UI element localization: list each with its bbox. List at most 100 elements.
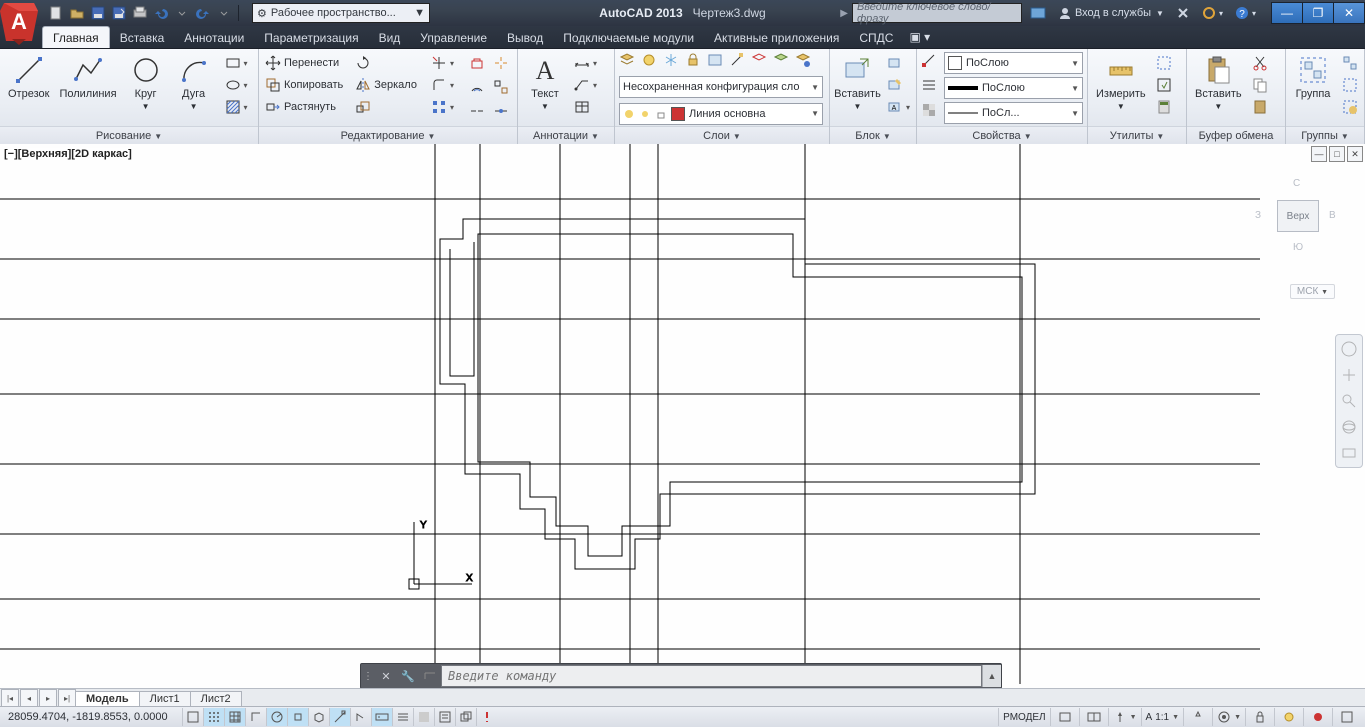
tab-expander-icon[interactable]: ▣ ▾	[903, 26, 936, 48]
explode-icon[interactable]	[490, 52, 512, 74]
stay-connected-icon[interactable]: ▾	[1198, 6, 1227, 20]
hatch-icon[interactable]: ▾	[223, 96, 250, 118]
cut-icon[interactable]	[1250, 52, 1270, 74]
layer-previous-icon[interactable]	[773, 52, 793, 72]
transparency-display-icon[interactable]	[413, 708, 434, 726]
line-button[interactable]: Отрезок	[4, 52, 53, 102]
hardware-acceleration-icon[interactable]	[1274, 708, 1303, 726]
infer-constraints-icon[interactable]	[182, 708, 203, 726]
autodesk-360-icon[interactable]	[1026, 5, 1050, 21]
layer-match-icon[interactable]	[729, 52, 749, 72]
workspace-switcher[interactable]: ⚙ Рабочее пространство... ▼	[252, 3, 430, 23]
qat-dropdown-icon[interactable]	[172, 3, 192, 23]
lineweight-display-icon[interactable]	[392, 708, 413, 726]
drawing-viewport[interactable]: [−][Верхняя][2D каркас]	[0, 144, 1365, 689]
pan-icon[interactable]	[1339, 365, 1359, 385]
layout-tab-sheet2[interactable]: Лист2	[190, 691, 242, 706]
linetype-combo[interactable]: ПоСл...▼	[944, 102, 1083, 124]
layout-last-icon[interactable]: ▸|	[58, 689, 76, 707]
group-button[interactable]: Группа	[1290, 52, 1336, 102]
align-icon[interactable]	[490, 76, 512, 98]
panel-title-properties[interactable]: Свойства▼	[917, 126, 1087, 145]
rotate-button[interactable]	[353, 52, 419, 74]
join-icon[interactable]	[490, 100, 512, 122]
layer-state-combo[interactable]: Несохраненная конфигурация сло▼	[619, 76, 823, 98]
clean-screen-icon[interactable]	[1332, 708, 1361, 726]
group-manager-icon[interactable]	[1340, 96, 1360, 118]
showmotion-icon[interactable]	[1339, 443, 1359, 463]
command-input[interactable]	[441, 665, 982, 687]
coordinates-display[interactable]: 28059.4704, -1819.8553, 0.0000	[0, 711, 176, 723]
exchange-apps-icon[interactable]	[1172, 6, 1194, 20]
layer-walk-icon[interactable]	[795, 52, 815, 72]
current-layer-combo[interactable]: Линия основна▼	[619, 103, 823, 125]
tab-annotate[interactable]: Аннотации	[174, 27, 254, 48]
mirror-button[interactable]: Зеркало	[353, 74, 419, 96]
layout-tab-sheet1[interactable]: Лист1	[139, 691, 191, 706]
ungroup-icon[interactable]	[1340, 52, 1360, 74]
paste-special-icon[interactable]	[1250, 96, 1270, 118]
arc-button[interactable]: Дуга▼	[171, 52, 217, 115]
tab-view[interactable]: Вид	[369, 27, 411, 48]
commandline-options-icon[interactable]: 🔧	[397, 665, 419, 687]
quick-properties-icon[interactable]	[434, 708, 455, 726]
layer-lock-icon[interactable]	[685, 52, 705, 72]
text-button[interactable]: AТекст▼	[522, 52, 568, 115]
object-snap-icon[interactable]	[287, 708, 308, 726]
select-all-icon[interactable]	[1154, 52, 1174, 74]
quick-select-icon[interactable]	[1154, 74, 1174, 96]
tab-output[interactable]: Вывод	[497, 27, 553, 48]
zoom-extents-icon[interactable]	[1339, 391, 1359, 411]
quick-view-layouts-icon[interactable]	[1050, 708, 1079, 726]
dynamic-ucs-icon[interactable]	[350, 708, 371, 726]
panel-title-groups[interactable]: Группы▼	[1286, 126, 1364, 145]
minimize-button[interactable]: —	[1271, 2, 1303, 24]
stretch-button[interactable]: Растянуть	[263, 96, 345, 118]
viewport-maximize-icon[interactable]: □	[1329, 146, 1345, 162]
layer-properties-icon[interactable]	[619, 52, 639, 72]
tab-manage[interactable]: Управление	[410, 27, 497, 48]
annotation-monitor-icon[interactable]	[476, 708, 497, 726]
block-edit-icon[interactable]	[885, 74, 912, 96]
commandline-close-icon[interactable]: ✕	[375, 665, 397, 687]
break-icon[interactable]	[466, 100, 488, 122]
layout-next-icon[interactable]: ▸	[39, 689, 57, 707]
paste-button[interactable]: Вставить▼	[1191, 52, 1246, 115]
transparency-icon[interactable]	[921, 102, 941, 122]
close-button[interactable]: ✕	[1333, 2, 1365, 24]
tab-insert[interactable]: Вставка	[110, 27, 175, 48]
commandline-history-icon[interactable]: ▲	[982, 665, 1001, 687]
fillet-icon[interactable]: ▾	[429, 74, 456, 96]
annotation-scale-value[interactable]: А 1:1▼	[1141, 708, 1184, 726]
qat-saveas-icon[interactable]	[109, 3, 129, 23]
viewport-minimize-icon[interactable]: —	[1311, 146, 1327, 162]
block-attribute-icon[interactable]: A▾	[885, 96, 912, 118]
layer-isolate-icon[interactable]	[751, 52, 771, 72]
qat-open-icon[interactable]	[67, 3, 87, 23]
panel-title-block[interactable]: Блок▼	[830, 126, 916, 145]
layout-prev-icon[interactable]: ◂	[20, 689, 38, 707]
qat-save-icon[interactable]	[88, 3, 108, 23]
layout-tab-model[interactable]: Модель	[75, 691, 140, 706]
rectangle-icon[interactable]: ▾	[223, 52, 250, 74]
dynamic-input-icon[interactable]	[371, 708, 392, 726]
full-navigation-wheel-icon[interactable]	[1339, 339, 1359, 359]
object-snap-tracking-icon[interactable]	[329, 708, 350, 726]
circle-button[interactable]: Круг▼	[123, 52, 169, 115]
dimension-icon[interactable]: ▾	[572, 52, 599, 74]
block-create-icon[interactable]	[885, 52, 912, 74]
sign-in-button[interactable]: Вход в службы▼	[1054, 6, 1168, 20]
panel-title-layers[interactable]: Слои▼	[615, 126, 829, 145]
measure-button[interactable]: Измерить▼	[1092, 52, 1150, 115]
ortho-mode-icon[interactable]	[245, 708, 266, 726]
app-menu-button[interactable]: A	[0, 0, 40, 45]
trim-icon[interactable]: ▾	[429, 52, 456, 74]
annotation-scale-icon[interactable]: ▼	[1108, 708, 1141, 726]
polyline-button[interactable]: Полилиния	[55, 52, 120, 102]
wcs-dropdown[interactable]: МСК ▼	[1290, 284, 1335, 299]
panel-title-modify[interactable]: Редактирование▼	[259, 126, 517, 145]
qat-plot-icon[interactable]	[130, 3, 150, 23]
grid-display-icon[interactable]	[224, 708, 245, 726]
panel-title-utilities[interactable]: Утилиты▼	[1088, 126, 1186, 145]
match-properties-icon[interactable]	[921, 52, 941, 72]
